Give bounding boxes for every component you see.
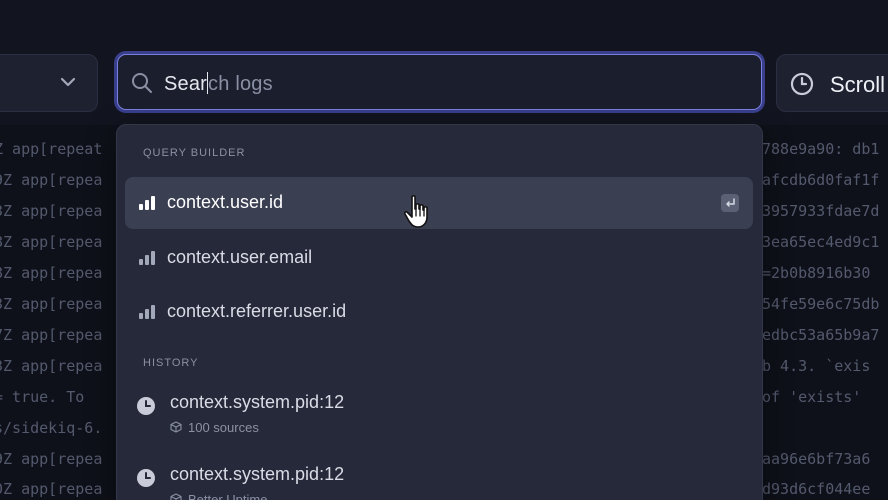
log-text: aa96e6bf73a6 xyxy=(762,450,871,468)
log-text: 7Z app[repea xyxy=(0,326,103,344)
history-sub: Better Uptime xyxy=(170,492,267,500)
suggestion-item[interactable]: context.user.email xyxy=(125,232,753,284)
log-text: 3Z app[repea xyxy=(0,202,103,220)
log-text: edbc53a65b9a7 xyxy=(762,326,880,344)
suggestion-label: context.referrer.user.id xyxy=(167,301,347,321)
cube-icon xyxy=(170,421,182,433)
suggestion-item[interactable]: context.user.id xyxy=(125,177,753,229)
suggestion-label: context.user.email xyxy=(167,247,313,267)
log-text: of 'exists' xyxy=(762,388,862,406)
log-text: 54fe59e6c75db xyxy=(762,295,880,313)
suggestion-label: context.user.id xyxy=(167,192,284,212)
log-text: 8Z app[repea xyxy=(0,233,103,251)
log-text: 3957933fdae7d xyxy=(762,202,880,220)
log-text: 3Z app[repea xyxy=(0,357,103,375)
history-clock-icon xyxy=(137,469,155,487)
history-clock-icon xyxy=(137,397,155,415)
field-bars-icon xyxy=(139,196,155,210)
history-label: context.system.pid:12 xyxy=(170,392,345,412)
log-text: 788e9a90: db1 xyxy=(762,140,880,158)
log-text: 3Z app[repea xyxy=(0,295,103,313)
log-text: 3ea65ec4ed9c1 xyxy=(762,233,880,251)
clock-icon xyxy=(790,72,814,96)
log-text: d93d6cf044ee xyxy=(762,480,871,498)
search-icon xyxy=(132,73,152,93)
field-bars-icon xyxy=(139,305,155,319)
log-text: = true. To xyxy=(0,388,85,406)
source-select[interactable] xyxy=(0,54,98,112)
history-heading: HISTORY xyxy=(143,357,199,369)
field-bars-icon xyxy=(139,251,155,265)
scroll-button[interactable]: Scroll xyxy=(776,54,888,112)
log-text: Z app[repeat xyxy=(0,140,103,158)
suggestion-item[interactable]: context.referrer.user.id xyxy=(125,286,753,338)
log-text: afcdb6d0faf1f xyxy=(762,171,880,189)
history-sub-text: 100 sources xyxy=(188,420,259,435)
search-typed-text: Sear xyxy=(164,73,208,95)
log-text: 8Z app[repea xyxy=(0,264,103,282)
suggestions-dropdown: QUERY BUILDER context.user.id context.us… xyxy=(116,124,763,500)
search-text: Search logs xyxy=(164,72,273,96)
search-field[interactable]: Search logs xyxy=(114,51,765,113)
search-input[interactable]: Search logs xyxy=(117,54,762,110)
log-text: 9Z app[repea xyxy=(0,171,103,189)
log-text: 9Z app[repea xyxy=(0,450,103,468)
history-sub: 100 sources xyxy=(170,420,259,435)
search-placeholder-rest: ch logs xyxy=(208,73,273,95)
enter-key-icon xyxy=(721,194,739,212)
history-item[interactable]: context.system.pid:12 Better Uptime xyxy=(125,454,753,500)
hand-cursor-icon xyxy=(403,195,428,228)
scroll-button-label: Scroll xyxy=(830,72,886,97)
cube-icon xyxy=(170,493,182,500)
log-text: s/sidekiq-6. xyxy=(0,419,103,437)
history-item[interactable]: context.system.pid:12 100 sources xyxy=(125,382,753,446)
history-label: context.system.pid:12 xyxy=(170,464,345,484)
history-sub-text: Better Uptime xyxy=(188,492,268,500)
query-builder-heading: QUERY BUILDER xyxy=(143,147,246,159)
chevron-down-icon xyxy=(60,77,76,87)
log-text: =2b0b8916b30 xyxy=(762,264,871,282)
log-text: 0Z app[repea xyxy=(0,480,103,498)
log-text: b 4.3. `exis xyxy=(762,357,871,375)
